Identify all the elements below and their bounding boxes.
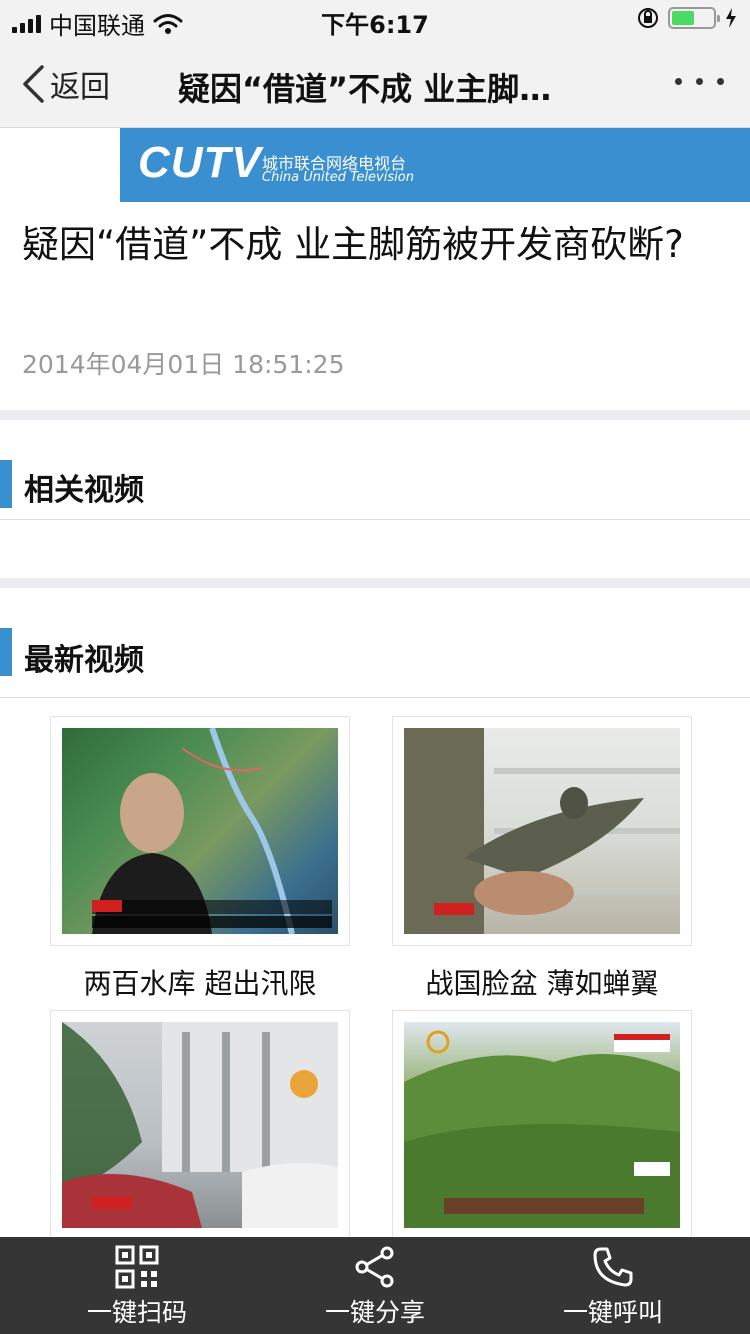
video-thumbnail[interactable] bbox=[404, 1022, 680, 1228]
video-thumbnail-frame[interactable] bbox=[50, 1010, 350, 1240]
status-bar: 中国联通 下午6:17 bbox=[0, 0, 750, 40]
video-thumbnail-frame[interactable] bbox=[50, 716, 350, 946]
cutv-banner: CUTV 城市联合网络电视台 China United Television bbox=[120, 128, 750, 202]
call-button[interactable]: 一键呼叫 bbox=[488, 1237, 738, 1334]
battery-icon bbox=[668, 7, 720, 29]
phone-icon bbox=[593, 1247, 633, 1287]
video-thumbnail-frame[interactable] bbox=[392, 1010, 692, 1240]
banner-name-en: China United Television bbox=[262, 170, 414, 185]
more-dots-icon bbox=[675, 78, 682, 85]
video-thumbnail[interactable] bbox=[62, 728, 338, 934]
back-label: 返回 bbox=[50, 70, 110, 105]
video-caption[interactable]: 两百水库 超出汛限 bbox=[50, 962, 350, 1002]
nav-bar: 返回 疑因“借道”不成 业主脚… bbox=[0, 40, 750, 128]
video-thumbnail[interactable] bbox=[62, 1022, 338, 1228]
section-accent-bar bbox=[0, 628, 12, 676]
call-label: 一键呼叫 bbox=[562, 1298, 663, 1327]
article-headline: 疑因“借道”不成 业主脚筋被开发商砍断? bbox=[22, 223, 684, 266]
related-videos-title: 相关视频 bbox=[24, 473, 144, 508]
share-button[interactable]: 一键分享 bbox=[250, 1237, 500, 1334]
latest-videos-header: 最新视频 bbox=[0, 588, 750, 698]
share-icon bbox=[355, 1246, 394, 1288]
scan-button[interactable]: 一键扫码 bbox=[12, 1237, 262, 1334]
video-thumbnail-frame[interactable] bbox=[392, 716, 692, 946]
status-right bbox=[636, 6, 738, 30]
scan-label: 一键扫码 bbox=[86, 1298, 187, 1327]
video-card[interactable] bbox=[50, 1010, 350, 1240]
video-thumbnail[interactable] bbox=[404, 728, 680, 934]
charging-icon bbox=[726, 8, 736, 28]
share-label: 一键分享 bbox=[324, 1298, 425, 1327]
rotation-lock-icon bbox=[638, 8, 658, 28]
video-card[interactable]: 战国脸盆 薄如蝉翼 bbox=[392, 716, 692, 1002]
video-card[interactable]: 两百水库 超出汛限 bbox=[50, 716, 350, 1002]
bottom-action-bar: 一键扫码 一键分享 一键呼叫 bbox=[0, 1237, 750, 1334]
section-divider bbox=[0, 410, 750, 420]
video-caption[interactable]: 战国脸盆 薄如蝉翼 bbox=[392, 962, 692, 1002]
chevron-left-icon bbox=[23, 65, 44, 103]
cutv-logo: CUTV bbox=[138, 138, 262, 187]
section-divider bbox=[0, 578, 750, 588]
related-videos-header: 相关视频 bbox=[0, 420, 750, 520]
page-title: 疑因“借道”不成 业主脚… bbox=[178, 70, 552, 108]
back-button[interactable]: 返回 bbox=[20, 62, 110, 106]
more-menu-button[interactable] bbox=[675, 78, 724, 85]
article-date: 2014年04月01日 18:51:25 bbox=[22, 350, 345, 379]
video-card[interactable] bbox=[392, 1010, 692, 1240]
latest-videos-title: 最新视频 bbox=[24, 643, 144, 678]
section-accent-bar bbox=[0, 460, 12, 508]
qr-code-icon bbox=[115, 1245, 159, 1289]
